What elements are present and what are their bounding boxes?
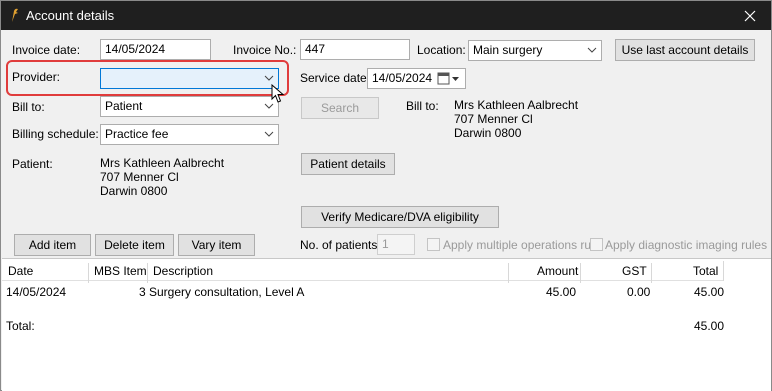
- patient-address-line: Darwin 0800: [100, 184, 168, 198]
- search-button[interactable]: Search: [301, 97, 379, 119]
- no-of-patients-field[interactable]: 1: [377, 234, 415, 255]
- invoice-no-label: Invoice No.:: [233, 43, 297, 57]
- invoice-date-label: Invoice date:: [12, 43, 81, 57]
- bill-to-address-line: 707 Menner Cl: [454, 112, 533, 126]
- bill-to-label: Bill to:: [12, 100, 45, 114]
- column-separator: [508, 263, 509, 283]
- service-date-label: Service date:: [300, 71, 371, 85]
- column-separator: [147, 263, 148, 283]
- column-separator: [723, 261, 724, 281]
- patient-address-line: 707 Menner Cl: [100, 170, 179, 184]
- chevron-down-icon: [587, 47, 597, 53]
- calendar-icon: [437, 72, 459, 85]
- location-label: Location:: [417, 43, 466, 57]
- location-value: Main surgery: [473, 43, 543, 57]
- column-header-total[interactable]: Total: [693, 264, 718, 282]
- cell-total: 45.00: [694, 285, 725, 299]
- add-item-button[interactable]: Add item: [14, 234, 91, 256]
- delete-item-button[interactable]: Delete item: [95, 234, 174, 256]
- total-value: 45.00: [694, 319, 725, 333]
- close-button[interactable]: [729, 1, 771, 30]
- invoice-date-field[interactable]: 14/05/2024: [100, 39, 211, 60]
- service-date-value: 14/05/2024: [372, 71, 433, 85]
- patient-address: Mrs Kathleen Aalbrecht 707 Menner Cl Dar…: [100, 156, 224, 198]
- billing-schedule-value: Practice fee: [105, 127, 169, 141]
- column-header-date[interactable]: Date: [8, 264, 33, 282]
- billing-schedule-select[interactable]: Practice fee: [100, 124, 279, 145]
- vary-item-button[interactable]: Vary item: [178, 234, 255, 256]
- patient-address-line: Mrs Kathleen Aalbrecht: [100, 156, 225, 170]
- cell-date: 14/05/2024: [6, 285, 67, 299]
- apply-multiple-operations-checkbox[interactable]: [427, 238, 440, 251]
- table-header: Date MBS Item Description Amount GST Tot…: [2, 261, 724, 283]
- cell-amount: 45.00: [546, 285, 577, 299]
- service-date-picker[interactable]: 14/05/2024: [367, 68, 466, 89]
- column-header-description[interactable]: Description: [153, 264, 213, 282]
- bill-to-address: Mrs Kathleen Aalbrecht 707 Menner Cl Dar…: [454, 98, 578, 140]
- provider-highlight: [6, 60, 289, 96]
- patient-label: Patient:: [12, 157, 53, 171]
- column-header-amount[interactable]: Amount: [537, 264, 578, 282]
- app-icon: [12, 8, 18, 22]
- close-icon: [744, 10, 756, 21]
- bill-to-address-line: Mrs Kathleen Aalbrecht: [454, 98, 579, 112]
- bill-to-value: Patient: [105, 99, 143, 113]
- column-separator: [580, 263, 581, 283]
- apply-multiple-operations-label: Apply multiple operations rule: [443, 238, 601, 252]
- bill-to-select[interactable]: Patient: [100, 96, 279, 117]
- invoice-no-field[interactable]: 447: [300, 39, 410, 60]
- verify-eligibility-button[interactable]: Verify Medicare/DVA eligibility: [301, 206, 499, 228]
- column-separator: [88, 263, 89, 283]
- mouse-cursor-icon: [271, 84, 285, 103]
- items-table: Date MBS Item Description Amount GST Tot…: [2, 258, 771, 391]
- apply-diagnostic-imaging-checkbox[interactable]: [590, 238, 603, 251]
- chevron-down-icon: [264, 131, 274, 137]
- column-separator: [651, 263, 652, 283]
- no-of-patients-label: No. of patients:: [300, 238, 381, 252]
- bill-to-address-line: Darwin 0800: [454, 126, 522, 140]
- column-header-gst[interactable]: GST: [622, 264, 647, 282]
- total-label: Total:: [6, 319, 35, 333]
- patient-details-button[interactable]: Patient details: [301, 153, 395, 175]
- billing-schedule-label: Billing schedule:: [12, 127, 99, 141]
- cell-description: Surgery consultation, Level A: [149, 285, 305, 299]
- cell-mbs-item: 3: [139, 285, 146, 299]
- use-last-account-details-button[interactable]: Use last account details: [615, 39, 755, 61]
- cell-gst: 0.00: [627, 285, 651, 299]
- location-select[interactable]: Main surgery: [468, 40, 602, 61]
- apply-diagnostic-imaging-label: Apply diagnostic imaging rules: [605, 238, 768, 252]
- title-bar: Account details: [1, 1, 771, 30]
- account-details-window: Account details Invoice date: 14/05/2024…: [0, 0, 772, 391]
- window-title: Account details: [26, 8, 115, 23]
- bill-to-right-label: Bill to:: [406, 99, 439, 113]
- column-header-mbs-item[interactable]: MBS Item: [94, 264, 147, 282]
